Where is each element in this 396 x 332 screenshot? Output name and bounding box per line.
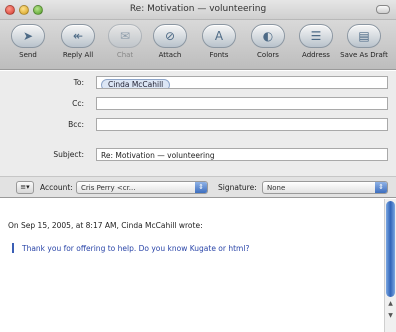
recipient-token[interactable]: Cinda McCahill (101, 79, 171, 88)
fonts-button[interactable]: A Fonts (195, 24, 243, 66)
send-icon-glyph: ➤ (22, 29, 34, 43)
chat-icon: ✉ (108, 24, 142, 48)
title-bar: Re: Motivation — volunteering (0, 0, 396, 20)
subject-row: Subject: Re: Motivation — volunteering (0, 147, 396, 163)
cc-field[interactable] (96, 97, 388, 110)
reply-all-button[interactable]: ↞ Reply All (54, 24, 102, 66)
header-options-button[interactable]: ≡▾ (16, 181, 34, 194)
save-draft-button[interactable]: ▤ Save As Draft (340, 24, 388, 66)
toolbar-button-label: Chat (116, 51, 134, 59)
bcc-row: Bcc: (0, 117, 396, 133)
address-button[interactable]: ☰ Address (292, 24, 340, 66)
toolbar-button-label: Save As Draft (340, 51, 388, 59)
subject-field[interactable]: Re: Motivation — volunteering (96, 148, 388, 161)
send-button[interactable]: ➤ Send (4, 24, 52, 66)
scroll-down-arrow-icon[interactable]: ▼ (386, 312, 395, 322)
toolbar-toggle-button[interactable] (376, 5, 390, 14)
bcc-label: Bcc: (68, 120, 84, 129)
subject-label: Subject: (53, 150, 84, 159)
fonts-icon-glyph: A (214, 29, 224, 43)
toolbar-button-label: Address (302, 51, 330, 59)
save-draft-icon: ▤ (347, 24, 381, 48)
signature-dropdown-icon: ⇕ (375, 182, 387, 193)
address-icon: ☰ (299, 24, 333, 48)
signature-value: None (267, 184, 286, 192)
window-title: Re: Motivation — volunteering (129, 4, 267, 14)
cc-label: Cc: (72, 99, 84, 108)
reply-all-icon: ↞ (61, 24, 95, 48)
quote-bar (12, 243, 14, 253)
address-icon-glyph: ☰ (310, 29, 322, 43)
toolbar-button-label: Fonts (209, 51, 229, 59)
colors-button[interactable]: ◐ Colors (244, 24, 292, 66)
chat-button[interactable]: ✉ Chat (101, 24, 149, 66)
cc-row: Cc: (0, 96, 396, 112)
options-row: ≡▾ Account: Cris Perry <cr... ⇕ Signatur… (0, 176, 396, 198)
to-row: To: Cinda McCahill (0, 75, 396, 91)
toolbar: ➤ Send ↞ Reply All ✉ Chat ⊘ Attach A Fonts ◐ Colors… (0, 20, 396, 70)
quote-header: On Sep 15, 2005, at 8:17 AM, Cinda McCah… (8, 221, 203, 230)
reply-all-icon-glyph: ↞ (72, 29, 84, 43)
quoted-text: Thank you for offering to help. Do you k… (22, 244, 250, 253)
toolbar-button-label: Send (19, 51, 37, 59)
send-icon: ➤ (11, 24, 45, 48)
account-label: Account: (40, 183, 73, 192)
attach-button[interactable]: ⊘ Attach (146, 24, 194, 66)
signature-label: Signature: (218, 183, 257, 192)
vertical-scrollbar[interactable]: ▲ ▼ (384, 199, 396, 332)
bcc-field[interactable] (96, 118, 388, 131)
account-select[interactable]: Cris Perry <cr... ⇕ (76, 181, 208, 194)
colors-icon: ◐ (251, 24, 285, 48)
message-header: To: Cinda McCahill Cc: Bcc: Subject: Re:… (0, 71, 396, 181)
account-value: Cris Perry <cr... (81, 184, 136, 192)
fonts-icon: A (202, 24, 236, 48)
save-draft-icon-glyph: ▤ (358, 29, 370, 43)
account-dropdown-icon: ⇕ (195, 182, 207, 193)
toolbar-button-label: Colors (257, 51, 279, 59)
attach-icon: ⊘ (153, 24, 187, 48)
to-field[interactable]: Cinda McCahill (96, 76, 388, 89)
attach-icon-glyph: ⊘ (164, 29, 176, 43)
colors-icon-glyph: ◐ (262, 29, 274, 43)
scroll-up-arrow-icon[interactable]: ▲ (386, 300, 395, 310)
chat-icon-glyph: ✉ (119, 29, 131, 43)
to-label: To: (73, 78, 84, 87)
scroll-thumb[interactable] (386, 201, 395, 297)
compose-window: Re: Motivation — volunteering ➤ Send ↞ Repl… (0, 0, 396, 332)
signature-select[interactable]: None ⇕ (262, 181, 388, 194)
toolbar-button-label: Attach (158, 51, 182, 59)
toolbar-button-label: Reply All (62, 51, 94, 59)
message-body[interactable]: On Sep 15, 2005, at 8:17 AM, Cinda McCah… (0, 199, 384, 332)
